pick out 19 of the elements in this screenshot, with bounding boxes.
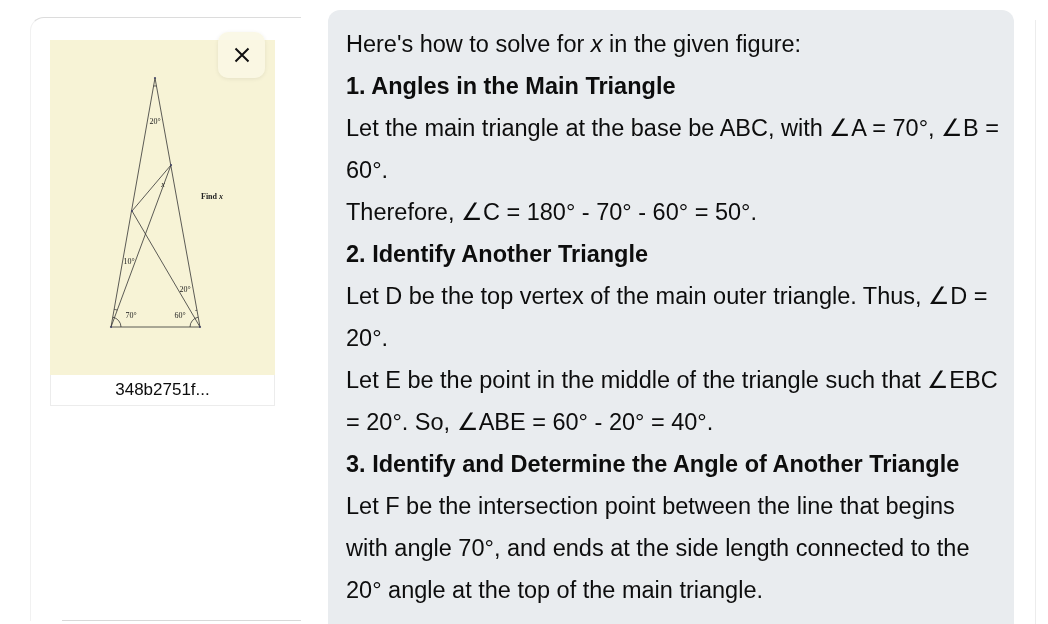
message-paragraph: Let E be the point in the middle of the triangle such that ∠EBC = 20°. So, ∠ABE = 60° - 20° = 40°. (346, 366, 999, 437)
section-heading: 3. Identify and Determine the Angle of Another Triangle (346, 450, 961, 479)
section-heading: 1. Angles in the Main Triangle (346, 72, 677, 101)
angle-label: 60° (174, 312, 186, 320)
close-button[interactable] (218, 32, 265, 78)
message-paragraph: Let D be the top vertex of the main outer triangle. Thus, ∠D = 20°. (346, 282, 989, 353)
close-icon (233, 47, 250, 63)
file-name-caption: 348b2751f... (50, 375, 275, 406)
message-paragraph: Let the main triangle at the base be ABC, with ∠A = 70°, ∠B = 60°. (346, 114, 1001, 185)
angle-label: 20° (149, 118, 161, 126)
angle-label: 20° (179, 286, 191, 294)
angle-label: 70° (125, 312, 137, 320)
variable-label: x (161, 181, 165, 189)
message-paragraph: Let F be the intersection point between the line that begins with angle 70°, and ends at the side length connected to the 20° angle at the top of the main triangle. (346, 492, 971, 605)
section-heading: 2. Identify Another Triangle (346, 240, 650, 269)
angle-label: 10° (123, 258, 135, 266)
message-paragraph: Therefore, ∠C = 180° - 70° - 60° = 50°. (346, 198, 758, 227)
diagram-caption: Find x (201, 193, 223, 201)
message-paragraph: Here's how to solve for x in the given figure: (346, 30, 803, 59)
